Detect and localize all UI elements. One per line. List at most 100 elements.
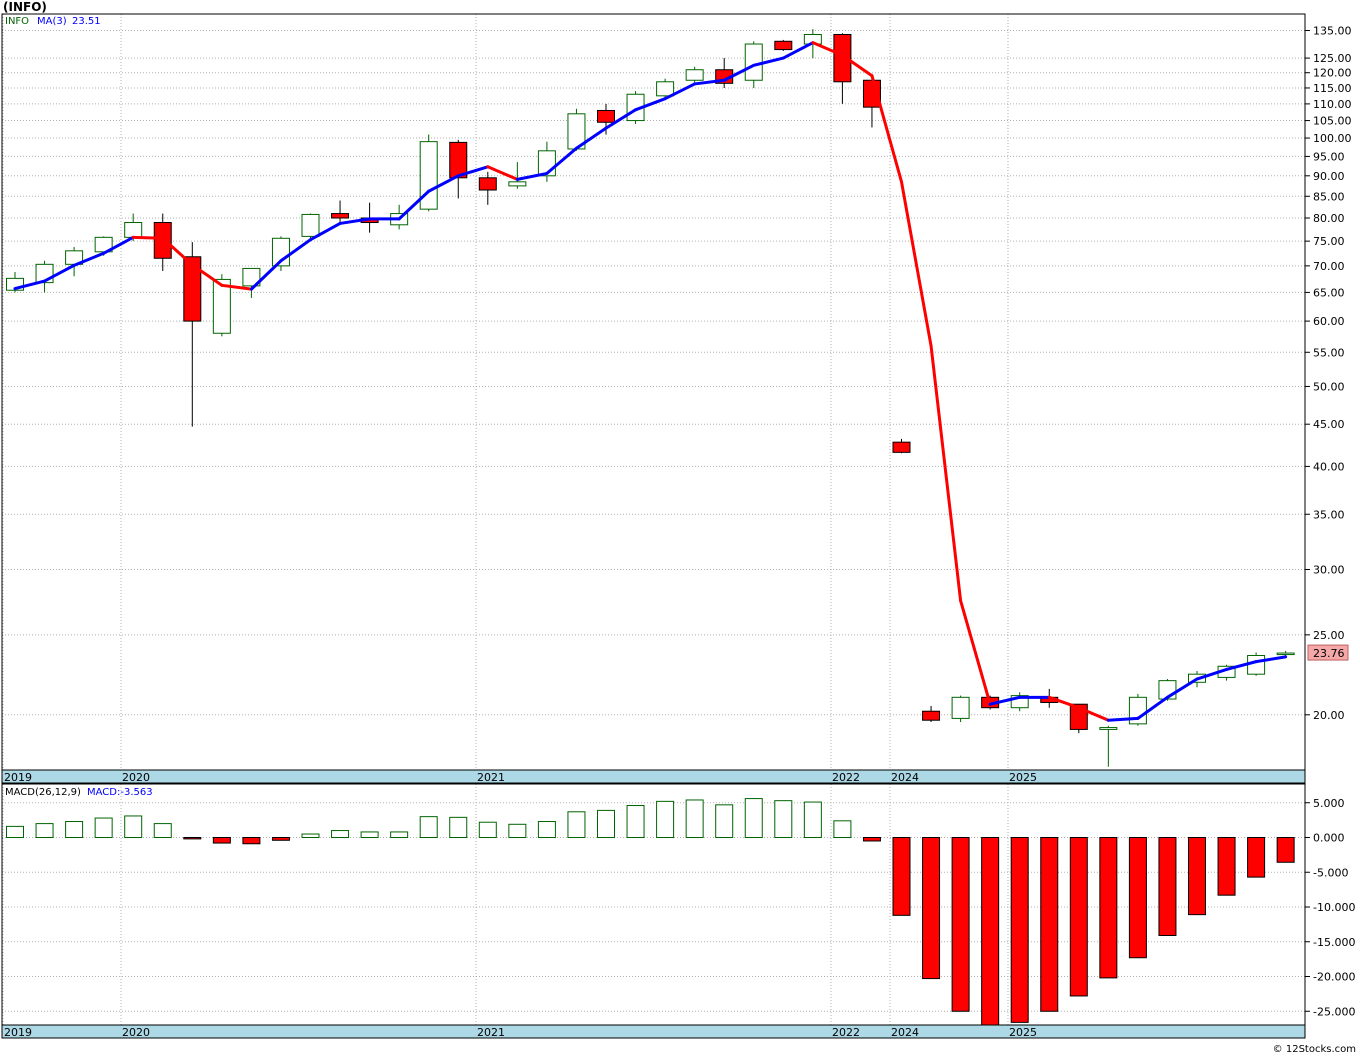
price-panel-frame (1, 13, 1306, 771)
macd-bar-positive (390, 831, 409, 839)
price-tick-label: 50.00 (1313, 380, 1345, 393)
price-tick-label: 125.00 (1313, 52, 1352, 65)
year-label: 2020 (122, 1026, 150, 1039)
candle-down (922, 710, 941, 721)
macd-bar-negative (1040, 837, 1059, 1012)
macd-bar-positive (360, 831, 379, 839)
last-price-label: 23.76 (1313, 647, 1345, 660)
candle-up (1276, 652, 1295, 656)
stock-chart: 2019 2019 2020 2020 2021 2021 2022 2022 2024 2024… (1, 13, 1356, 1055)
macd-bar-positive (301, 833, 320, 839)
macd-tick-label: 5.000 (1313, 797, 1345, 810)
macd-bar-positive (597, 809, 615, 839)
candle-up (685, 69, 704, 81)
candle-down (774, 40, 793, 51)
macd-tick-label: -20.000 (1313, 971, 1355, 984)
macd-bar-negative (981, 837, 1000, 1026)
price-tick-label: 105.00 (1313, 115, 1352, 128)
macd-bar-negative (1158, 837, 1177, 936)
macd-tick-label: 0.000 (1313, 832, 1345, 845)
macd-bar-positive (94, 817, 113, 838)
year-label: 2019 (4, 1026, 32, 1039)
macd-tick-label: -10.000 (1313, 901, 1355, 914)
year-label: 2021 (477, 1026, 505, 1039)
macd-bar-negative (922, 837, 941, 980)
legend-macd-value: MACD:-3.563 (87, 787, 153, 798)
year-label: 2025 (1009, 1026, 1037, 1039)
price-panel (6, 29, 1295, 767)
macd-bar-positive (331, 830, 350, 838)
year-label: 2020 (122, 771, 150, 784)
candle-down (597, 109, 615, 123)
axes: 2019 2019 2020 2020 2021 2021 2022 2022 2024 2024… (1, 13, 1355, 1039)
price-tick-label: 65.00 (1313, 286, 1345, 299)
legend-ma-value: 23.51 (72, 16, 101, 27)
macd-bar-positive (744, 798, 763, 839)
year-label: 2019 (4, 771, 32, 784)
macd-bar-negative (892, 837, 911, 916)
price-tick-label: 85.00 (1313, 190, 1345, 203)
macd-bar-negative (1247, 837, 1266, 878)
macd-bar-positive (656, 800, 675, 838)
macd-bar-positive (537, 821, 556, 839)
macd-tick-label: -15.000 (1313, 936, 1355, 949)
macd-bar-negative (242, 837, 261, 845)
macd-bar-negative (1128, 837, 1147, 959)
macd-bar-positive (774, 800, 793, 838)
legend-ma-label: MA(3) (37, 16, 67, 27)
year-label: 2022 (832, 771, 860, 784)
year-label: 2022 (832, 1026, 860, 1039)
price-tick-label: 25.00 (1313, 629, 1345, 642)
price-tick-label: 110.00 (1313, 98, 1352, 111)
price-tick-label: 90.00 (1313, 170, 1345, 183)
macd-bar-positive (626, 805, 645, 839)
macd-bar-positive (833, 820, 852, 839)
candle-up (656, 81, 675, 97)
price-tick-label: 45.00 (1313, 418, 1345, 431)
legend-symbol: INFO (5, 16, 29, 27)
macd-bar-positive (65, 821, 84, 839)
price-tick-label: 135.00 (1313, 25, 1352, 38)
price-tick-label: 70.00 (1313, 260, 1345, 273)
price-tick-label: 20.00 (1313, 709, 1345, 722)
price-tick-label: 120.00 (1313, 67, 1352, 80)
macd-bar-negative (1069, 837, 1088, 997)
ma-segment (959, 599, 992, 706)
macd-bar-positive (803, 801, 822, 838)
year-label: 2024 (891, 771, 919, 784)
macd-bar-negative (212, 837, 231, 844)
year-label: 2021 (477, 771, 505, 784)
candle-up (508, 181, 527, 187)
macd-bar-positive (35, 823, 54, 838)
macd-bar-negative (1276, 837, 1295, 863)
macd-panel (6, 798, 1295, 1026)
candle-up (419, 141, 438, 210)
ma-segment (515, 171, 549, 181)
macd-bar-positive (124, 815, 143, 839)
time-axis-strip (1, 769, 1306, 784)
macd-bar-negative (1217, 837, 1236, 896)
price-tick-label: 75.00 (1313, 235, 1345, 248)
macd-bar-positive (153, 823, 172, 838)
price-tick-label: 55.00 (1313, 346, 1345, 359)
candle-up (1247, 654, 1266, 675)
candle-down (153, 222, 172, 259)
macd-bar-positive (567, 811, 586, 838)
price-tick-label: 115.00 (1313, 82, 1352, 95)
macd-bar-positive (715, 804, 734, 839)
candle-up (951, 696, 970, 719)
macd-bar-negative (1188, 837, 1206, 916)
legend-macd-label: MACD(26,12,9) (5, 787, 81, 798)
candle-up (1099, 727, 1118, 730)
year-label: 2025 (1009, 771, 1037, 784)
ma-segment (1106, 716, 1140, 722)
macd-bar-negative (951, 837, 970, 1012)
candle-up (744, 43, 763, 81)
price-tick-label: 40.00 (1313, 460, 1345, 473)
macd-bar-positive (508, 823, 527, 838)
macd-bar-positive (6, 825, 24, 839)
ma-segment (929, 344, 963, 603)
candle-up (124, 222, 143, 238)
year-label: 2024 (891, 1026, 919, 1039)
ma-segment (870, 74, 903, 184)
